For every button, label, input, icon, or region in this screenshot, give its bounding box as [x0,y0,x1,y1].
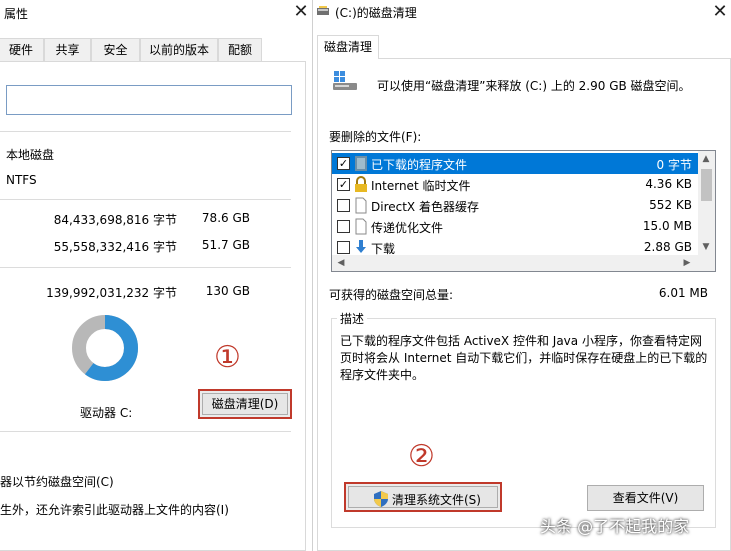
filesystem-value: NTFS [6,173,37,187]
disk-cleanup-icon [333,71,357,90]
vertical-scrollbar[interactable]: ▲ ▼ [698,151,715,255]
chevron-up-icon[interactable]: ▲ [699,152,713,166]
disk-cleanup-button[interactable]: 磁盘清理(D) [198,389,292,419]
total-space-label: 可获得的磁盘空间总量: [329,288,454,302]
close-icon[interactable]: ✕ [709,1,731,23]
checkbox[interactable] [337,199,350,212]
used-bytes: 84,433,698,816 字节 [53,213,177,227]
lock-icon [355,176,367,192]
list-item[interactable]: DirectX 着色器缓存 552 KB [332,195,698,216]
files-to-delete-label: 要删除的文件(F): [329,130,422,144]
list-item[interactable]: ✓ 已下载的程序文件 0 字节 [332,153,698,174]
tab-hardware[interactable]: 硬件 [0,38,44,62]
drive-name-input[interactable] [6,85,292,115]
clean-system-files-button-face: 清理系统文件(S) [348,486,498,508]
watermark: 头条 @了不起我的家 [540,517,690,536]
file-icon [355,218,367,235]
tab-security[interactable]: 安全 [91,38,140,62]
capacity-size: 130 GB [205,284,250,298]
file-size: 0 字节 [656,158,692,172]
file-size: 15.0 MB [642,219,692,233]
file-name: 已下载的程序文件 [371,158,468,172]
drive-icon [317,6,329,15]
index-drive-option[interactable]: 生外，还允许索引此驱动器上文件的内容(I) [0,501,229,518]
annotation-two: ② [408,439,435,474]
view-files-button[interactable]: 查看文件(V) [587,485,704,511]
disk-usage-donut [72,315,138,381]
file-size: 552 KB [649,198,692,212]
chevron-left-icon[interactable]: ◀ [334,256,348,270]
intro-text: 可以使用“磁盘清理”来释放 (C:) 上的 2.90 GB 磁盘空间。 [377,79,691,93]
properties-window: 属性 ✕ 硬件 共享 安全 以前的版本 配额 本地磁盘 NTFS 84,433,… [0,0,313,551]
file-icon [355,197,367,214]
properties-title: 属性 [4,7,29,21]
file-size: 2.88 GB [643,240,692,254]
clean-system-files-button[interactable]: 清理系统文件(S) [344,482,502,512]
drive-label: 驱动器 C: [80,406,133,420]
used-size: 78.6 GB [201,211,250,225]
checkbox[interactable]: ✓ [337,178,350,191]
divider [0,431,291,432]
file-name: 传递优化文件 [371,221,444,235]
chevron-right-icon[interactable]: ▶ [680,256,694,270]
tab-previous-versions[interactable]: 以前的版本 [140,38,218,62]
clean-system-files-label: 清理系统文件(S) [392,493,481,507]
tab-quota[interactable]: 配额 [218,38,262,62]
checkbox[interactable] [337,241,350,254]
shield-icon [374,491,388,507]
folder-icon [355,156,367,171]
file-size: 4.36 KB [645,177,692,191]
capacity-bytes: 139,992,031,232 字节 [46,286,177,300]
list-item[interactable]: ✓ Internet 临时文件 4.36 KB [332,174,698,195]
free-size: 51.7 GB [201,238,250,252]
properties-titlebar: 属性 ✕ [0,0,312,26]
scrollbar-thumb[interactable] [701,169,712,201]
divider [0,131,291,132]
files-list[interactable]: ✓ 已下载的程序文件 0 字节 ✓ Internet 临时文件 4.36 KB … [331,150,716,272]
divider [0,267,291,268]
disk-cleanup-window: (C:)的磁盘清理 ✕ 磁盘清理 可以使用“磁盘清理”来释放 (C:) 上的 2… [313,0,731,551]
file-name: DirectX 着色器缓存 [371,200,479,214]
free-bytes: 55,558,332,416 字节 [53,240,177,254]
disk-cleanup-button-face: 磁盘清理(D) [202,393,288,415]
horizontal-scrollbar[interactable]: ◀ ▶ [332,255,715,271]
chevron-down-icon[interactable]: ▼ [699,240,713,254]
checkbox[interactable] [337,220,350,233]
download-icon [356,240,366,253]
compress-drive-option[interactable]: 器以节约磁盘空间(C) [0,473,114,490]
divider [0,199,291,200]
tab-disk-cleanup[interactable]: 磁盘清理 [317,35,379,59]
disk-cleanup-title: (C:)的磁盘清理 [335,6,417,20]
file-name: Internet 临时文件 [371,179,471,193]
list-item[interactable]: 传递优化文件 15.0 MB [332,216,698,237]
disk-cleanup-titlebar: (C:)的磁盘清理 ✕ [313,0,731,24]
description-legend: 描述 [337,310,368,327]
total-space-value: 6.01 MB [658,286,708,300]
annotation-one: ① [214,340,241,375]
properties-tabs: 硬件 共享 安全 以前的版本 配额 [0,38,312,62]
tab-sharing[interactable]: 共享 [44,38,91,62]
drive-type-value: 本地磁盘 [6,148,55,162]
checkbox[interactable]: ✓ [337,157,350,170]
close-icon[interactable]: ✕ [290,1,312,23]
description-text: 已下载的程序文件包括 ActiveX 控件和 Java 小程序，你查看特定网页时… [340,334,708,382]
